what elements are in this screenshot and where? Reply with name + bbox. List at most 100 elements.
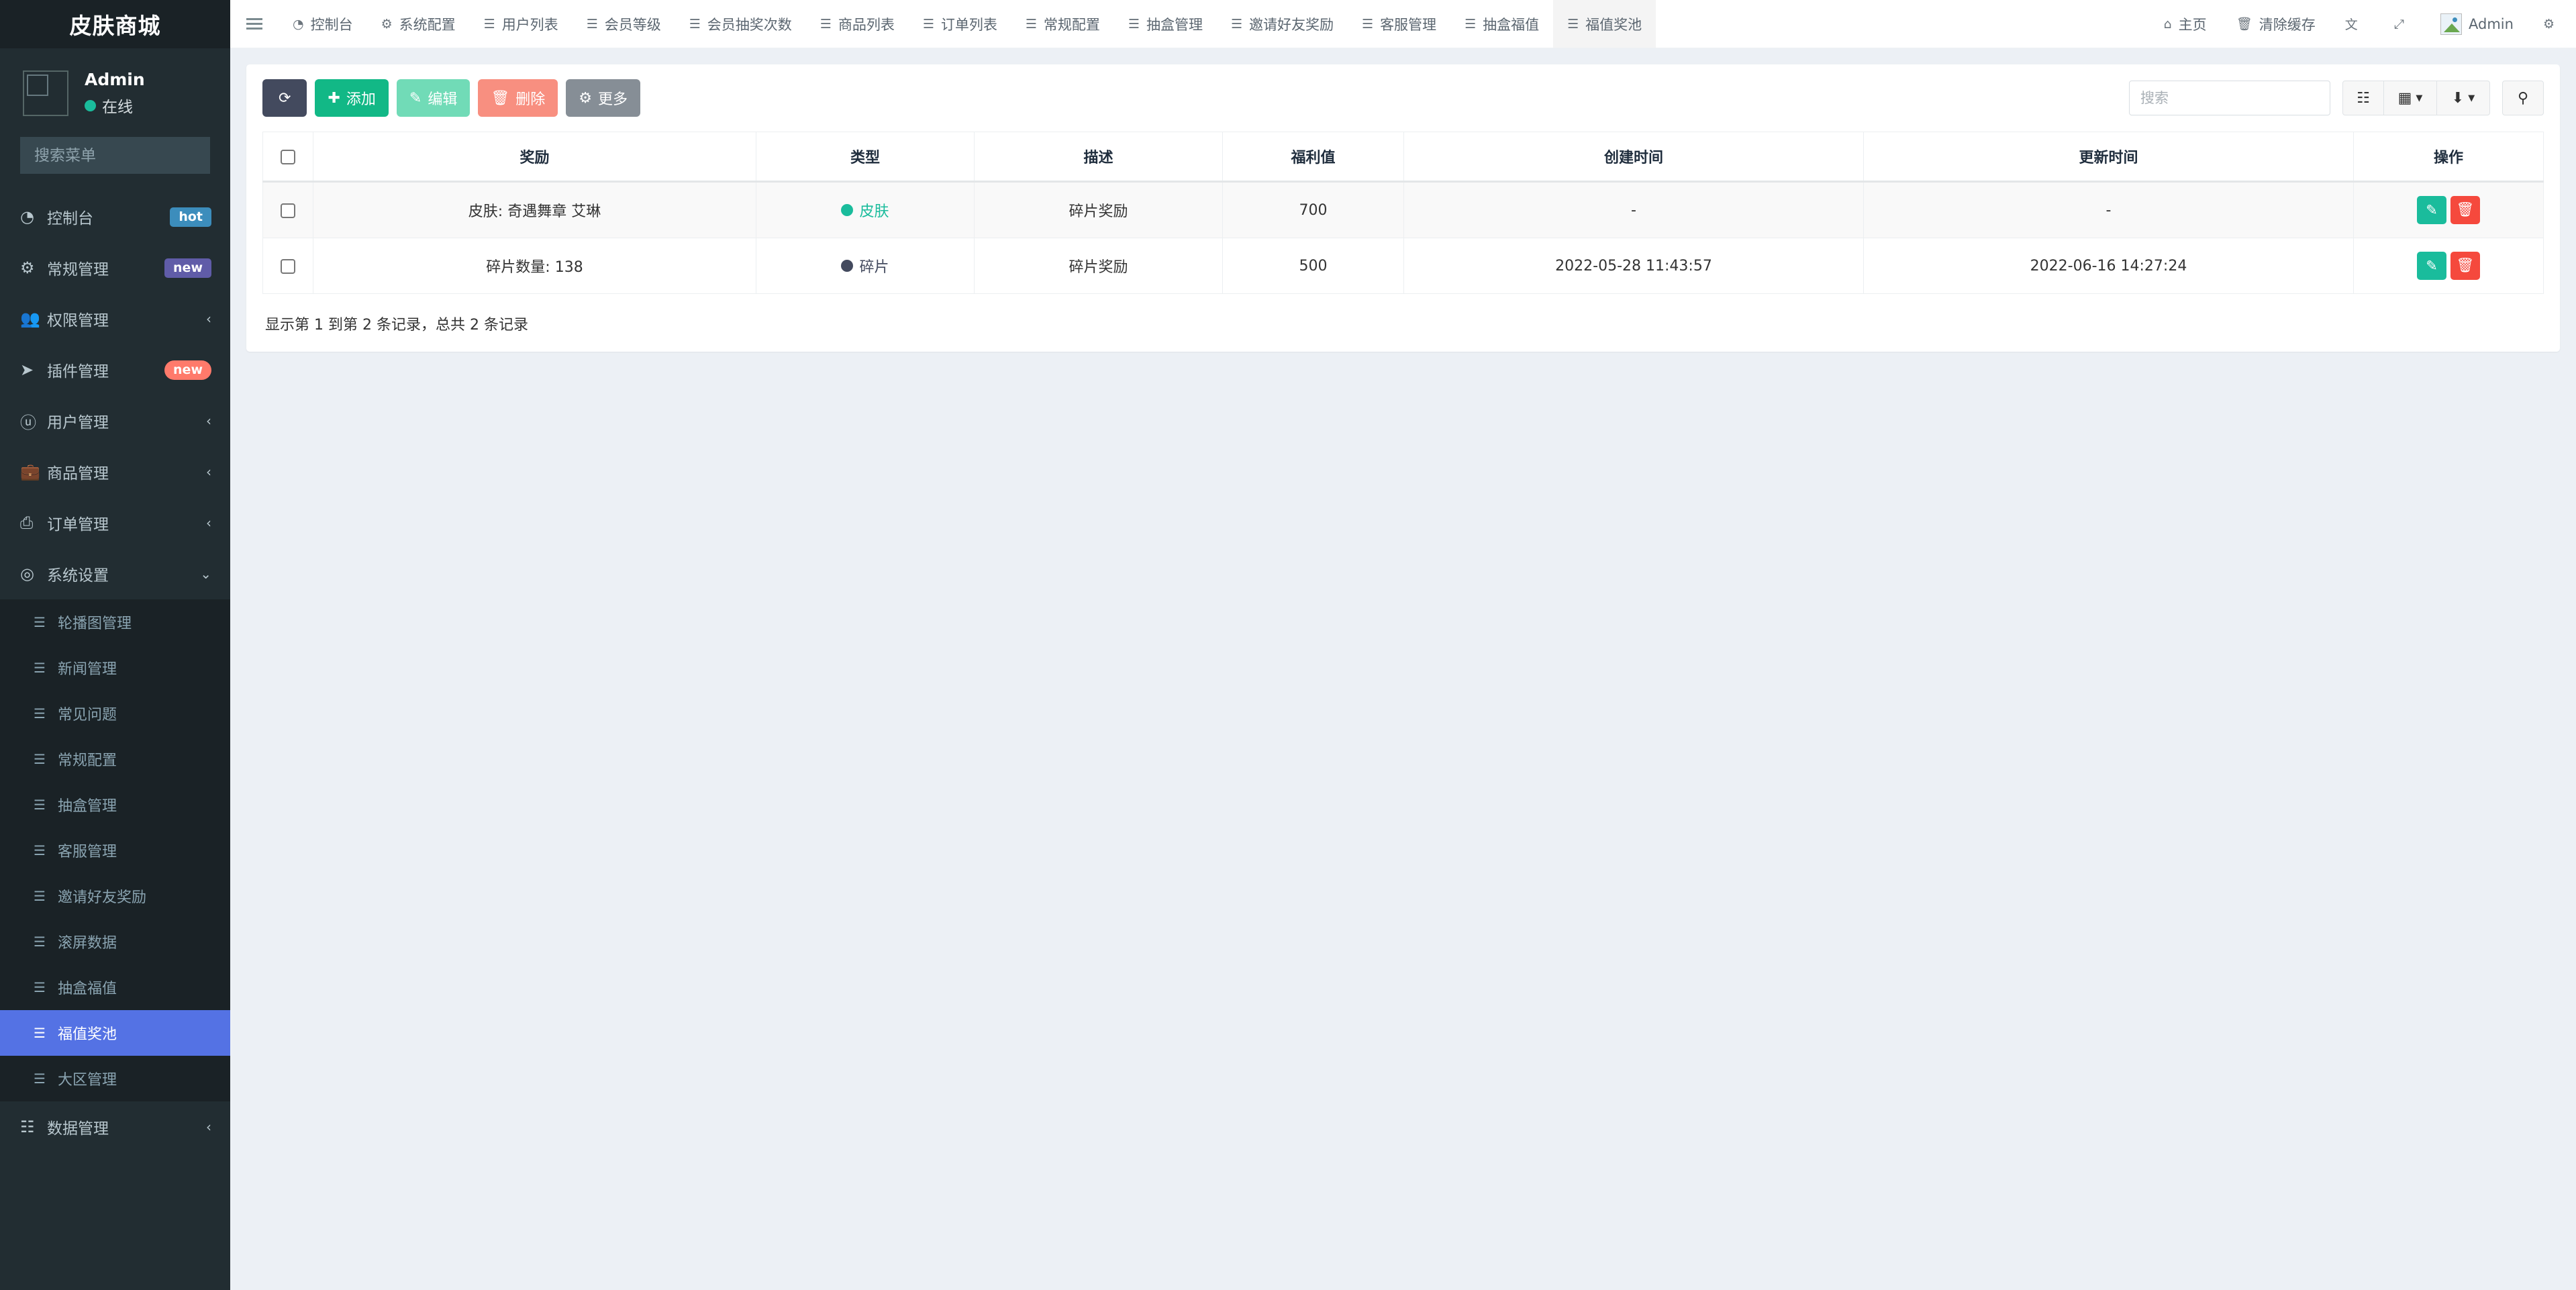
list-icon: ☰ (922, 16, 934, 32)
sidebar-subitem-1[interactable]: ☰ 新闻管理 (0, 645, 230, 691)
sidebar-item-4[interactable]: ⓤ 用户管理 ‹ (0, 395, 230, 446)
row-edit-button[interactable]: ✎ (2417, 252, 2446, 280)
export-icon[interactable]: ⬇ ▼ (2436, 81, 2490, 115)
table-row[interactable]: 碎片数量: 138 碎片 碎片奖励 500 2022-05-28 11:43:57 202… (262, 238, 2544, 294)
top-action-4[interactable]: Admin (2426, 0, 2528, 48)
edit-button[interactable]: ✎ 编辑 (396, 79, 470, 117)
more-button[interactable]: ⚙ 更多 (566, 79, 641, 117)
sidebar-subitem-10[interactable]: ☰ 大区管理 (0, 1056, 230, 1101)
top-tab-8[interactable]: ☰ 抽盒管理 (1114, 0, 1217, 48)
row-delete-button[interactable]: 🗑 (2450, 252, 2480, 280)
sidebar-item-1[interactable]: ⚙ 常规管理 new (0, 242, 230, 293)
column-header-type[interactable]: 类型 (756, 132, 975, 183)
select-all-header (262, 132, 313, 183)
cell-type-label: 皮肤 (859, 203, 889, 220)
menu-search-box[interactable]: ⚲ (20, 137, 244, 174)
list-icon: ☰ (34, 705, 46, 722)
sidebar-item-6[interactable]: ⎙ 订单管理 ‹ (0, 497, 230, 548)
refresh-button[interactable]: ⟳ (262, 79, 307, 117)
rewards-table: 奖励 类型 描述 福利值 创建时间 更新时间 操作 皮肤: 奇遇舞章 艾琳 皮肤碎… (262, 132, 2544, 294)
column-header-value[interactable]: 福利值 (1222, 132, 1404, 183)
sidebar-subitem-4[interactable]: ☰ 抽盒管理 (0, 782, 230, 828)
top-tab-label: 控制台 (310, 16, 353, 33)
column-header-reward[interactable]: 奖励 (313, 132, 756, 183)
top-tab-3[interactable]: ☰ 会员等级 (573, 0, 675, 48)
table-toolbar: ⟳ ✚ 添加 ✎ 编辑 🗑 删除 ⚙ 更多 ☷ ▦▼ (262, 79, 2544, 117)
top-action-5[interactable]: ⚙ (2528, 0, 2576, 48)
sidebar-subitem-0[interactable]: ☰ 轮播图管理 (0, 599, 230, 645)
top-action-3[interactable]: ⤢ (2379, 0, 2426, 48)
table-head: 奖励 类型 描述 福利值 创建时间 更新时间 操作 (262, 132, 2544, 183)
top-tab-label: 常规配置 (1043, 16, 1100, 33)
top-tab-label: 会员抽奖次数 (707, 16, 792, 33)
avatar[interactable] (23, 70, 68, 116)
print-icon: ⎙ (20, 513, 34, 532)
row-select-cell (262, 238, 313, 294)
top-action-0[interactable]: ⌂ 主页 (2149, 0, 2222, 48)
search-input[interactable] (2129, 81, 2330, 115)
top-tab-10[interactable]: ☰ 客服管理 (1348, 0, 1450, 48)
row-checkbox[interactable] (281, 203, 295, 218)
column-header-actions[interactable]: 操作 (2353, 132, 2544, 183)
sidebar-subitem-2[interactable]: ☰ 常见问题 (0, 691, 230, 736)
top-tab-5[interactable]: ☰ 商品列表 (806, 0, 909, 48)
top-tab-9[interactable]: ☰ 邀请好友奖励 (1217, 0, 1348, 48)
refresh-icon: ⟳ (279, 89, 291, 107)
top-navbar: ◔ 控制台 ⚙ 系统配置 ☰ 用户列表 ☰ 会员等级 ☰ 会员抽奖次数 ☰ 商品列表 ☰ 订单列表 ☰ 常规配… (230, 0, 2576, 48)
top-tab-7[interactable]: ☰ 常规配置 (1011, 0, 1114, 48)
sidebar-subitem-label: 抽盒管理 (58, 798, 117, 815)
home-icon: ⌂ (2163, 16, 2172, 32)
row-select-cell (262, 181, 313, 238)
top-tabs: ◔ 控制台 ⚙ 系统配置 ☰ 用户列表 ☰ 会员等级 ☰ 会员抽奖次数 ☰ 商品列表 ☰ 订单列表 ☰ 常规配… (279, 0, 1656, 48)
top-tab-6[interactable]: ☰ 订单列表 (909, 0, 1011, 48)
brand-title[interactable]: 皮肤商城 (0, 0, 230, 48)
delete-button[interactable]: 🗑 删除 (478, 79, 558, 117)
gear-icon: ⚙ (579, 89, 593, 107)
table-row[interactable]: 皮肤: 奇遇舞章 艾琳 皮肤 碎片奖励 700- - ✎ 🗑 (262, 181, 2544, 238)
column-header-updated[interactable]: 更新时间 (1863, 132, 2354, 183)
row-delete-button[interactable]: 🗑 (2450, 196, 2480, 224)
column-header-created[interactable]: 创建时间 (1403, 132, 1864, 183)
row-edit-button[interactable]: ✎ (2417, 196, 2446, 224)
top-tab-11[interactable]: ☰ 抽盒福值 (1450, 0, 1553, 48)
sidebar-subitem-8[interactable]: ☰ 抽盒福值 (0, 964, 230, 1010)
columns-toggle-icon[interactable]: ☷ (2342, 81, 2384, 115)
sidebar-subitem-5[interactable]: ☰ 客服管理 (0, 828, 230, 873)
sidebar-item-7[interactable]: ◎ 系统设置 ⌄ (0, 548, 230, 599)
top-tab-4[interactable]: ☰ 会员抽奖次数 (675, 0, 806, 48)
sidebar-subitem-6[interactable]: ☰ 邀请好友奖励 (0, 873, 230, 919)
content-card: ⟳ ✚ 添加 ✎ 编辑 🗑 删除 ⚙ 更多 ☷ ▦▼ (246, 64, 2560, 352)
user-status-label: 在线 (102, 99, 133, 116)
sidebar-subitem-9[interactable]: ☰ 福值奖池 (0, 1010, 230, 1056)
menu-toggle-icon[interactable] (230, 0, 279, 48)
grid-view-icon[interactable]: ▦ ▼ (2383, 81, 2437, 115)
sidebar-subitem-label: 新闻管理 (58, 661, 117, 678)
top-tab-0[interactable]: ◔ 控制台 (279, 0, 367, 48)
top-tab-2[interactable]: ☰ 用户列表 (470, 0, 573, 48)
menu-search-input[interactable] (34, 146, 231, 164)
menu-search-wrapper: ⚲ (0, 137, 244, 191)
sidebar-item-3[interactable]: ➤ 插件管理 new (0, 344, 230, 395)
list-icon: ☰ (483, 16, 495, 32)
top-tab-1[interactable]: ⚙ 系统配置 (367, 0, 470, 48)
add-button[interactable]: ✚ 添加 (315, 79, 389, 117)
top-action-2[interactable]: 文 (2330, 0, 2379, 48)
top-action-1[interactable]: 🗑 清除缓存 (2222, 0, 2330, 48)
column-header-desc[interactable]: 描述 (974, 132, 1223, 183)
sidebar-item-0[interactable]: ◔ 控制台 hot (0, 191, 230, 242)
cell-desc: 碎片奖励 (974, 238, 1223, 294)
sidebar-item-5[interactable]: 💼 商品管理 ‹ (0, 446, 230, 497)
edit-button-label: 编辑 (428, 91, 458, 108)
chevron-icon: ‹ (206, 311, 211, 327)
top-tab-12[interactable]: ☰ 福值奖池 (1553, 0, 1656, 48)
sidebar-subitem-7[interactable]: ☰ 滚屏数据 (0, 919, 230, 964)
select-all-checkbox[interactable] (281, 149, 295, 164)
sidebar-item-100[interactable]: ☷ 数据管理 ‹ (0, 1101, 230, 1152)
sidebar-subitem-3[interactable]: ☰ 常规配置 (0, 736, 230, 782)
sidebar-item-2[interactable]: 👥 权限管理 ‹ (0, 293, 230, 344)
cell-type: 皮肤 (756, 181, 975, 238)
row-checkbox[interactable] (281, 258, 295, 274)
status-dot-icon (841, 260, 854, 272)
advanced-search-icon[interactable]: ⚲ (2502, 81, 2544, 115)
briefcase-icon: 💼 (20, 462, 40, 481)
